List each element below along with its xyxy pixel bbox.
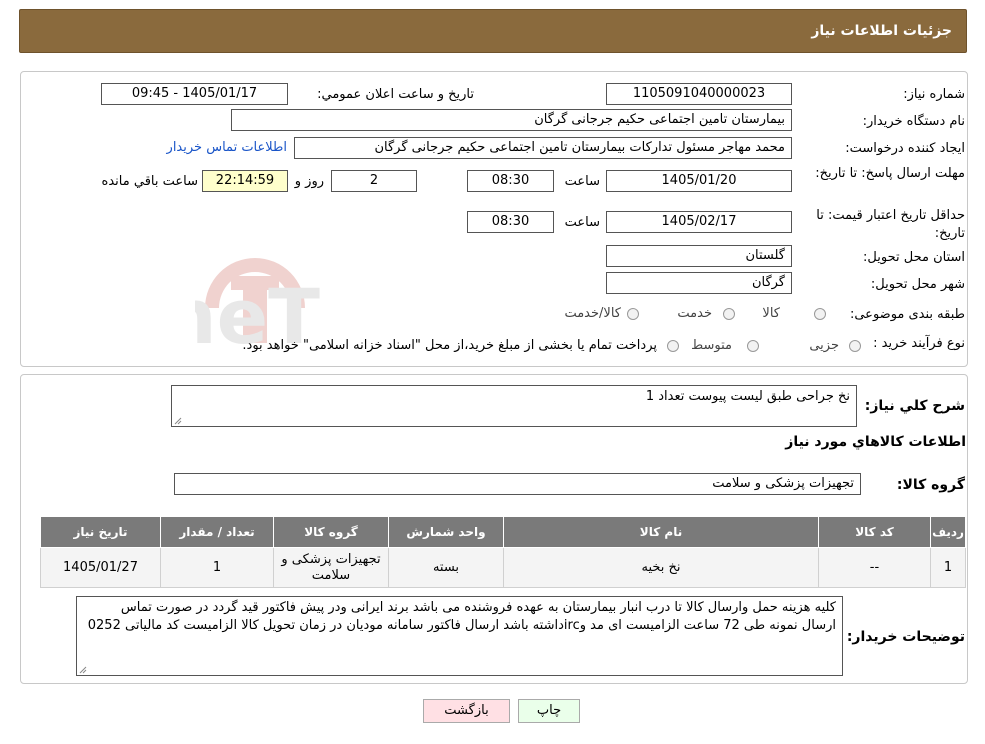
category-goods-service-label: کالا/خدمت	[564, 306, 621, 321]
need-number-field: 1105091040000023	[606, 83, 792, 105]
col-row-number: ردیف	[930, 516, 966, 548]
goods-group-field: تجهیزات پزشکی و سلامت	[174, 473, 861, 495]
deadline-date-field: 1405/01/20	[606, 170, 792, 192]
process-medium-label: متوسط	[691, 338, 732, 353]
remaining-time-field: 22:14:59	[202, 170, 288, 192]
buyer-notes-label: توضیحات خریدار:	[846, 629, 965, 645]
goods-table: ردیف کد کالا نام کالا واحد شمارش گروه کا…	[40, 516, 966, 588]
col-quantity: تعداد / مقدار	[160, 516, 274, 548]
process-note: پرداخت تمام یا بخشی از مبلغ خرید،از محل …	[242, 338, 657, 353]
creator-label: ایجاد کننده درخواست:	[845, 141, 965, 156]
cell-row-number: 1	[930, 547, 966, 588]
process-minor-radio[interactable]	[849, 340, 861, 352]
col-goods-group: گروه کالا	[273, 516, 389, 548]
announce-label: تاریخ و ساعت اعلان عمومي:	[317, 87, 474, 102]
validity-date-field: 1405/02/17	[606, 211, 792, 233]
deadline-time-label: ساعت	[564, 174, 600, 189]
remaining-label: ساعت باقي مانده	[101, 174, 198, 189]
deadline-time-field: 08:30	[467, 170, 554, 192]
category-goods-label: کالا	[762, 306, 780, 321]
col-goods-name: نام کالا	[503, 516, 819, 548]
validity-time-label: ساعت	[564, 215, 600, 230]
process-label: نوع فرآیند خرید :	[873, 336, 965, 351]
cell-quantity: 1	[160, 547, 274, 588]
province-field: گلستان	[606, 245, 792, 267]
process-treasury-radio[interactable]	[667, 340, 679, 352]
resize-grip-icon[interactable]	[174, 417, 182, 425]
buyer-org-label: نام دستگاه خریدار:	[862, 114, 965, 129]
buyer-contact-link[interactable]: اطلاعات تماس خریدار	[167, 140, 287, 155]
province-label: استان محل تحویل:	[863, 250, 965, 265]
cell-need-date: 1405/01/27	[40, 547, 161, 588]
col-unit: واحد شمارش	[388, 516, 504, 548]
cell-goods-group: تجهیزات پزشکی و سلامت	[273, 547, 389, 588]
category-service-label: خدمت	[677, 306, 712, 321]
cell-unit: بسته	[388, 547, 504, 588]
days-label: روز و	[294, 174, 324, 189]
process-medium-radio[interactable]	[747, 340, 759, 352]
col-need-date: تاریخ نیاز	[40, 516, 161, 548]
table-row: 1 -- نخ بخیه بسته تجهیزات پزشکی و سلامت …	[40, 547, 966, 588]
category-goods-service-radio[interactable]	[627, 308, 639, 320]
buyer-notes-textarea[interactable]: کلیه هزینه حمل وارسال کالا تا درب انبار …	[76, 596, 843, 676]
col-goods-code: کد کالا	[818, 516, 931, 548]
buyer-org-field: بیمارستان تامین اجتماعی حکیم جرجانی گرگا…	[231, 109, 792, 131]
city-label: شهر محل تحویل:	[870, 277, 965, 292]
back-button[interactable]: بازگشت	[423, 699, 510, 723]
summary-textarea[interactable]: نخ جراحی طبق لیست پیوست تعداد 1	[171, 385, 857, 427]
creator-field: محمد مهاجر مسئول تدارکات بیمارستان تامین…	[294, 137, 792, 159]
page-title: جزئیات اطلاعات نیاز	[811, 23, 952, 39]
summary-text: نخ جراحی طبق لیست پیوست تعداد 1	[645, 389, 850, 404]
process-minor-label: جزیی	[809, 338, 839, 353]
summary-label: شرح کلي نیاز:	[864, 398, 965, 414]
validity-label: حداقل تاریخ اعتبار قیمت: تا تاریخ:	[816, 208, 965, 241]
category-goods-radio[interactable]	[814, 308, 826, 320]
buyer-notes-text: کلیه هزینه حمل وارسال کالا تا درب انبار …	[87, 600, 836, 633]
print-button[interactable]: چاپ	[518, 699, 580, 723]
deadline-label: مهلت ارسال پاسخ: تا تاریخ:	[815, 166, 965, 181]
page-header: جزئیات اطلاعات نیاز	[19, 9, 967, 53]
goods-group-label: گروه کالا:	[896, 477, 965, 493]
cell-goods-name: نخ بخیه	[503, 547, 819, 588]
resize-grip-icon[interactable]	[79, 666, 87, 674]
city-field: گرگان	[606, 272, 792, 294]
announce-field: 1405/01/17 - 09:45	[101, 83, 288, 105]
days-field: 2	[331, 170, 417, 192]
category-label: طبقه بندی موضوعی:	[849, 307, 965, 322]
goods-info-title: اطلاعات کالاهاي مورد نیاز	[785, 434, 966, 450]
need-number-label: شماره نیاز:	[903, 87, 965, 102]
validity-time-field: 08:30	[467, 211, 554, 233]
table-header-row: ردیف کد کالا نام کالا واحد شمارش گروه کا…	[40, 516, 966, 548]
category-service-radio[interactable]	[723, 308, 735, 320]
cell-goods-code: --	[818, 547, 931, 588]
